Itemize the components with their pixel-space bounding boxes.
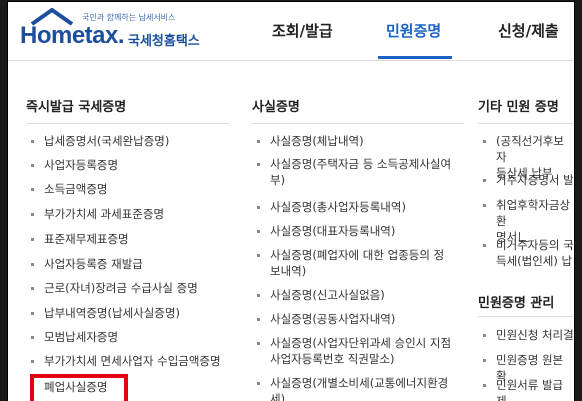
item-line: 사실증명(사업자단위과세 승인시 지점 xyxy=(270,336,452,350)
list-item[interactable]: 사실증명(폐업자에 대한 업종등의 정보내역) xyxy=(256,247,445,279)
list-item[interactable]: 사실증명(총사업자등록내역) xyxy=(257,199,406,215)
item-line: 보내역) xyxy=(270,264,307,278)
list-item[interactable]: 사실증명(대표자등록내역) xyxy=(256,223,396,239)
item-line: 사실증명(체납내역) xyxy=(270,134,364,148)
col3-title2: 민원증명 관리 xyxy=(478,296,555,311)
item-line: 사실증명(총사업자등록내역) xyxy=(270,200,406,214)
item-line: 사실증명(개별소비세(교통에너지환경 xyxy=(270,376,449,390)
list-item[interactable]: 사실증명(개별소비세(교통에너지환경세) xyxy=(256,375,449,401)
item-line: 사실증명(신고사실없음) xyxy=(270,288,385,302)
list-item[interactable]: 소득금액증명 xyxy=(30,181,107,197)
item-line: (공직선거후보자 xyxy=(496,134,564,164)
col3-rule xyxy=(478,123,574,124)
item-line: 득세(법인세) 납 xyxy=(496,254,573,268)
col1-rule xyxy=(26,123,230,124)
browser-frame: 국민과 함께하는 납세서비스 Hometax. 국세청홈택스 조회/발급 민원증… xyxy=(8,2,574,401)
list-item[interactable]: 납세증명서(국세완납증명) xyxy=(30,133,169,149)
list-item[interactable]: 부가가치세 면세사업자 수입금액증명 xyxy=(31,353,221,369)
list-item[interactable]: 납부내역증명(납세사실증명) xyxy=(31,305,180,321)
list-item[interactable]: 사실증명(공동사업자내역) xyxy=(256,311,396,327)
item-line: 사실증명(폐업자에 대한 업종등의 정 xyxy=(270,248,445,262)
item-line: 부) xyxy=(270,173,286,187)
item-line: 사업자등록번호 직권말소) xyxy=(270,352,395,366)
list-item[interactable]: 사실증명(체납내역) xyxy=(257,133,364,149)
list-item[interactable]: 사실증명(신고사실없음) xyxy=(257,287,385,303)
item-line: 사실증명(주택자금 등 소득공제사실여 xyxy=(270,157,452,171)
nav-inquiry[interactable]: 조회/발급 xyxy=(272,20,333,41)
nav-civil-certificate[interactable]: 민원증명 xyxy=(386,20,441,41)
item-line: 취업후학자금상환 xyxy=(496,198,571,228)
item-line: 사실증명(공동사업자내역) xyxy=(270,312,396,326)
item-line: 비거주자등의 국 xyxy=(496,238,574,252)
col1-title: 즉시발급 국세증명 xyxy=(26,100,127,115)
list-item[interactable]: 근로(자녀)장려금 수급사실 증명 xyxy=(31,280,198,296)
list-item[interactable]: 모범납세자증명 xyxy=(30,329,118,345)
list-item[interactable]: 민원서류 발급 제 xyxy=(483,377,574,401)
site-header: 국민과 함께하는 납세서비스 Hometax. 국세청홈택스 조회/발급 민원증… xyxy=(8,2,574,61)
hometax-logo[interactable]: 국민과 함께하는 납세서비스 Hometax. 국세청홈택스 xyxy=(18,4,218,56)
col2-title: 사실증명 xyxy=(252,100,300,115)
col3-title: 기타 민원 증명 xyxy=(478,100,559,115)
list-item[interactable]: 표준재무제표증명 xyxy=(31,231,129,247)
list-item[interactable]: 사업자등록증 재발급 xyxy=(31,256,143,272)
logo-wordmark: Hometax. xyxy=(20,22,125,49)
list-item[interactable]: 사업자등록증명 xyxy=(30,157,118,173)
highlight-box xyxy=(30,374,128,401)
item-line: 세) xyxy=(270,392,286,401)
item-line: 거주자증명서 발 xyxy=(496,173,574,187)
list-item[interactable]: 거주자증명서 발 xyxy=(483,172,574,188)
nav-active-underline xyxy=(378,56,452,59)
list-item[interactable]: 사실증명(주택자금 등 소득공제사실여부) xyxy=(256,156,452,188)
list-item[interactable]: 부가가치세 과세표준증명 xyxy=(30,206,164,222)
list-item[interactable]: 민원신청 처리결 xyxy=(483,327,574,343)
col3-rule2 xyxy=(478,316,574,317)
nav-apply-submit[interactable]: 신청/제출 xyxy=(498,20,559,41)
item-line: 사실증명(대표자등록내역) xyxy=(270,224,396,238)
list-item[interactable]: 비거주자등의 국득세(법인세) 납 xyxy=(483,237,574,269)
col2-rule xyxy=(252,123,464,124)
logo-korean-name: 국세청홈택스 xyxy=(128,34,200,49)
list-item[interactable]: 사실증명(사업자단위과세 승인시 지점사업자등록번호 직권말소) xyxy=(256,335,452,367)
